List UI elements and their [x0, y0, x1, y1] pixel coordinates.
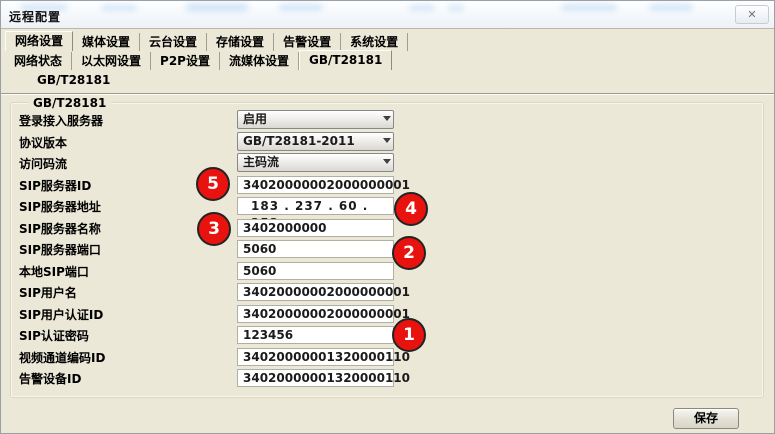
tab-alarm-settings[interactable]: 告警设置 [274, 33, 341, 51]
tab-p2p-settings[interactable]: P2P设置 [151, 52, 220, 70]
annotation-badge-3: 3 [197, 212, 231, 246]
label-alarm-device-id: 告警设备ID [19, 370, 81, 387]
glass-artifact [101, 5, 137, 11]
form-row: 视频通道编码ID 34020000001320000110 [1, 346, 775, 368]
label-access-stream: 访问码流 [19, 155, 67, 172]
alarm-device-id-input[interactable]: 34020000001320000110 [237, 369, 394, 387]
form-row: SIP服务器名称 3402000000 [1, 217, 775, 239]
form-row: SIP用户认证ID 34020000002000000001 [1, 303, 775, 325]
label-sip-server-id: SIP服务器ID [19, 177, 91, 194]
form-row: 本地SIP端口 5060 [1, 260, 775, 282]
sip-user-auth-id-input[interactable]: 34020000002000000001 [237, 305, 394, 323]
sip-server-address-input[interactable]: 183 . 237 . 60 . 253 [237, 197, 394, 215]
form-row: SIP服务器ID 34020000002000000001 [1, 174, 775, 196]
sip-server-name-input[interactable]: 3402000000 [237, 219, 394, 237]
label-protocol-version: 协议版本 [19, 134, 67, 151]
form-row: 登录接入服务器 启用 [1, 109, 775, 131]
tab-storage-settings[interactable]: 存储设置 [207, 33, 274, 51]
form-row: SIP用户名 34020000002000000001 [1, 281, 775, 303]
label-sip-server-port: SIP服务器端口 [19, 241, 101, 258]
tab-stream-media-settings[interactable]: 流媒体设置 [220, 52, 299, 70]
label-local-sip-port: 本地SIP端口 [19, 263, 89, 280]
tab-strip-main: 网络设置 媒体设置 云台设置 存储设置 告警设置 系统设置 [5, 32, 408, 51]
form-row: 协议版本 GB/T28181-2011 [1, 131, 775, 153]
breadcrumb-gbt28181: GB/T28181 [37, 73, 110, 87]
sip-username-input[interactable]: 34020000002000000001 [237, 283, 394, 301]
groupbox-title: GB/T28181 [28, 96, 111, 110]
label-login-access-server: 登录接入服务器 [19, 112, 103, 129]
label-sip-auth-password: SIP认证密码 [19, 327, 89, 344]
sip-auth-password-input[interactable]: 123456 [237, 326, 394, 344]
glass-artifact [561, 4, 617, 11]
chevron-down-icon [383, 138, 391, 143]
annotation-badge-1: 1 [392, 318, 426, 352]
access-stream-select[interactable]: 主码流 [237, 153, 394, 172]
tab-ptz-settings[interactable]: 云台设置 [140, 33, 207, 51]
annotation-badge-2: 2 [392, 236, 426, 270]
label-sip-username: SIP用户名 [19, 284, 77, 301]
protocol-version-select[interactable]: GB/T28181-2011 [237, 132, 394, 151]
label-video-channel-id: 视频通道编码ID [19, 349, 105, 366]
save-button[interactable]: 保存 [673, 408, 739, 429]
form-row: SIP认证密码 123456 [1, 324, 775, 346]
glass-artifact [448, 5, 464, 11]
form-row: SIP服务器端口 5060 [1, 238, 775, 260]
tab-network-status[interactable]: 网络状态 [5, 52, 72, 70]
tab-network-settings[interactable]: 网络设置 [5, 31, 73, 51]
label-sip-server-name: SIP服务器名称 [19, 220, 101, 237]
tab-gbt28181[interactable]: GB/T28181 [299, 50, 392, 70]
tab-ethernet-settings[interactable]: 以太网设置 [72, 52, 151, 70]
form-row: 告警设备ID 34020000001320000110 [1, 367, 775, 389]
annotation-badge-4: 4 [394, 192, 428, 226]
form-row: SIP服务器地址 183 . 237 . 60 . 253 [1, 195, 775, 217]
gbt28181-form: 登录接入服务器 启用 协议版本 GB/T28181-2011 访问码流 主码流 … [1, 109, 775, 389]
form-row: 访问码流 主码流 [1, 152, 775, 174]
chevron-down-icon [383, 116, 391, 121]
glass-artifact [649, 4, 693, 11]
tab-media-settings[interactable]: 媒体设置 [73, 33, 140, 51]
window-title: 远程配置 [9, 8, 61, 25]
label-sip-server-address: SIP服务器地址 [19, 198, 101, 215]
divider [1, 93, 775, 95]
chevron-down-icon [383, 159, 391, 164]
tab-system-settings[interactable]: 系统设置 [341, 33, 408, 51]
glass-artifact [186, 3, 248, 12]
label-sip-user-auth-id: SIP用户认证ID [19, 306, 103, 323]
local-sip-port-input[interactable]: 5060 [237, 262, 394, 280]
close-icon[interactable]: ✕ [735, 5, 769, 24]
titlebar: 远程配置 ✕ [1, 1, 775, 29]
tab-strip-network: 网络状态 以太网设置 P2P设置 流媒体设置 GB/T28181 [5, 52, 392, 70]
remote-config-dialog: 远程配置 ✕ 网络设置 媒体设置 云台设置 存储设置 告警设置 系统设置 网络状… [0, 0, 775, 434]
sip-server-id-input[interactable]: 34020000002000000001 [237, 176, 394, 194]
video-channel-id-input[interactable]: 34020000001320000110 [237, 348, 394, 366]
glass-artifact [279, 4, 323, 11]
annotation-badge-5: 5 [196, 167, 230, 201]
login-access-server-select[interactable]: 启用 [237, 110, 394, 129]
glass-artifact [409, 5, 435, 11]
sip-server-port-input[interactable]: 5060 [237, 240, 394, 258]
